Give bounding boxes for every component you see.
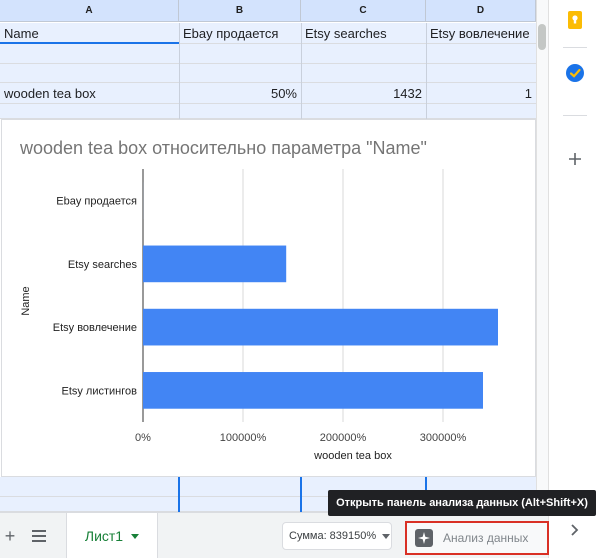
chart-bar bbox=[143, 245, 287, 283]
cell-d-data[interactable]: 1 bbox=[426, 83, 536, 103]
selection-border bbox=[0, 42, 179, 44]
keep-icon[interactable] bbox=[563, 8, 587, 32]
tasks-icon[interactable] bbox=[563, 61, 587, 85]
list-icon bbox=[32, 530, 46, 542]
chevron-right-icon[interactable] bbox=[565, 520, 585, 540]
column-divider bbox=[179, 23, 180, 119]
caret-down-icon bbox=[131, 533, 140, 539]
side-divider bbox=[563, 47, 587, 48]
chart-x-tick-label: 200000% bbox=[320, 432, 367, 444]
cell-d1[interactable]: Etsy вовлечение bbox=[426, 23, 536, 43]
chart-x-tick-label: 0% bbox=[135, 432, 151, 444]
side-divider bbox=[563, 115, 587, 116]
column-header-b[interactable]: B bbox=[179, 0, 301, 22]
add-sheet-button[interactable]: + bbox=[0, 525, 20, 547]
explore-icon bbox=[415, 529, 433, 547]
table-row[interactable] bbox=[0, 104, 536, 119]
chart-x-tick-label: 300000% bbox=[420, 432, 467, 444]
chart-category-label: Ebay продается bbox=[56, 196, 137, 208]
chart-category-label: Etsy searches bbox=[68, 259, 138, 271]
explore-tooltip: Открыть панель анализа данных (Alt+Shift… bbox=[328, 490, 596, 516]
chart-x-ticks: 0% 100000% 200000% 300000% bbox=[135, 432, 466, 444]
caret-down-icon bbox=[382, 533, 391, 539]
sum-dropdown[interactable]: Сумма: 839150% bbox=[282, 522, 392, 550]
sheet-tab-list1[interactable]: Лист1 bbox=[66, 513, 158, 558]
bar-chart[interactable]: wooden tea box относительно параметра "N… bbox=[1, 119, 536, 477]
sheet-tab-bar: + Лист1 Сумма: 839150% Анализ данных bbox=[0, 512, 549, 558]
column-header-c[interactable]: C bbox=[301, 0, 426, 22]
chart-category-labels: Ebay продается Etsy searches Etsy вовлечен… bbox=[53, 196, 138, 398]
scrollbar-thumb[interactable] bbox=[538, 24, 546, 50]
chart-title: wooden tea box относительно параметра "N… bbox=[19, 138, 427, 158]
table-row: Name Ebay продается Etsy searches Etsy в… bbox=[0, 23, 536, 44]
chart-category-label: Etsy листингов bbox=[61, 385, 137, 397]
vertical-scrollbar[interactable] bbox=[536, 0, 548, 512]
sheet-tab-label: Лист1 bbox=[84, 528, 124, 544]
cell-a-data[interactable]: wooden tea box bbox=[0, 83, 179, 103]
chart-x-tick-label: 100000% bbox=[220, 432, 267, 444]
chart-x-axis-label: wooden tea box bbox=[313, 450, 392, 462]
table-row[interactable] bbox=[0, 44, 536, 64]
explore-label: Анализ данных bbox=[443, 531, 529, 545]
table-row[interactable] bbox=[0, 64, 536, 83]
column-header-d[interactable]: D bbox=[426, 0, 536, 22]
all-sheets-button[interactable] bbox=[28, 525, 50, 547]
table-row: wooden tea box 50% 1432 1 bbox=[0, 83, 536, 104]
chart-bar bbox=[143, 308, 498, 346]
cell-a1[interactable]: Name bbox=[0, 23, 179, 43]
chart-y-axis-label: Name bbox=[20, 286, 32, 315]
chart-canvas: wooden tea box относительно параметра "N… bbox=[19, 138, 498, 462]
cell-c-data[interactable]: 1432 bbox=[301, 83, 426, 103]
selection-border bbox=[300, 477, 302, 512]
column-divider bbox=[301, 23, 302, 119]
add-icon[interactable] bbox=[563, 147, 587, 171]
cell-b1[interactable]: Ebay продается bbox=[179, 23, 301, 43]
cell-c1[interactable]: Etsy searches bbox=[301, 23, 426, 43]
column-divider bbox=[426, 23, 427, 119]
chart-bars bbox=[143, 182, 498, 409]
cell-b-data[interactable]: 50% bbox=[179, 83, 301, 103]
column-header-a[interactable]: A bbox=[0, 0, 179, 22]
chart-category-label: Etsy вовлечение bbox=[53, 322, 137, 334]
sum-label: Сумма: 839150% bbox=[289, 530, 377, 542]
chart-bar bbox=[143, 372, 483, 409]
selection-border bbox=[178, 477, 180, 512]
side-panel bbox=[548, 0, 600, 558]
explore-button[interactable]: Анализ данных bbox=[405, 521, 549, 555]
